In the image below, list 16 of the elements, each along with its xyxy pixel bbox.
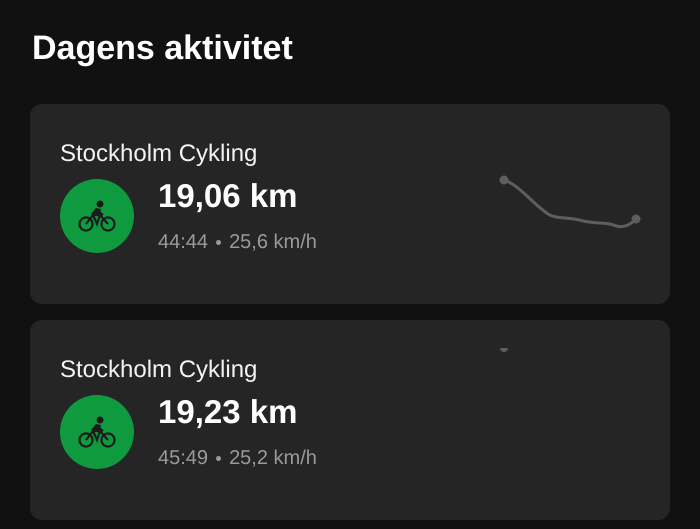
separator-dot-icon — [216, 456, 222, 460]
distance-value: 19,06 km — [158, 176, 298, 216]
distance-value: 19,23 km — [158, 392, 298, 432]
duration-value: 45:49 — [158, 446, 208, 471]
activity-name: Stockholm Cykling — [60, 139, 258, 169]
duration-value: 44:44 — [158, 230, 208, 255]
route-map-drawing — [500, 348, 508, 352]
activity-name: Stockholm Cykling — [60, 355, 258, 385]
speed-value: 25,2 km/h — [229, 446, 317, 471]
cyclist-icon — [78, 416, 116, 448]
activity-card[interactable]: Stockholm Cykling 19,23 km 45:49 25,2 km/h — [30, 320, 670, 520]
page-title: Dagens aktivitet — [32, 28, 294, 69]
cyclist-icon — [78, 200, 116, 232]
activity-card[interactable]: Stockholm Cykling 19,06 km 44:44 25,6 km/h — [30, 104, 670, 304]
separator-dot-icon — [216, 240, 222, 244]
speed-value: 25,6 km/h — [229, 230, 317, 255]
